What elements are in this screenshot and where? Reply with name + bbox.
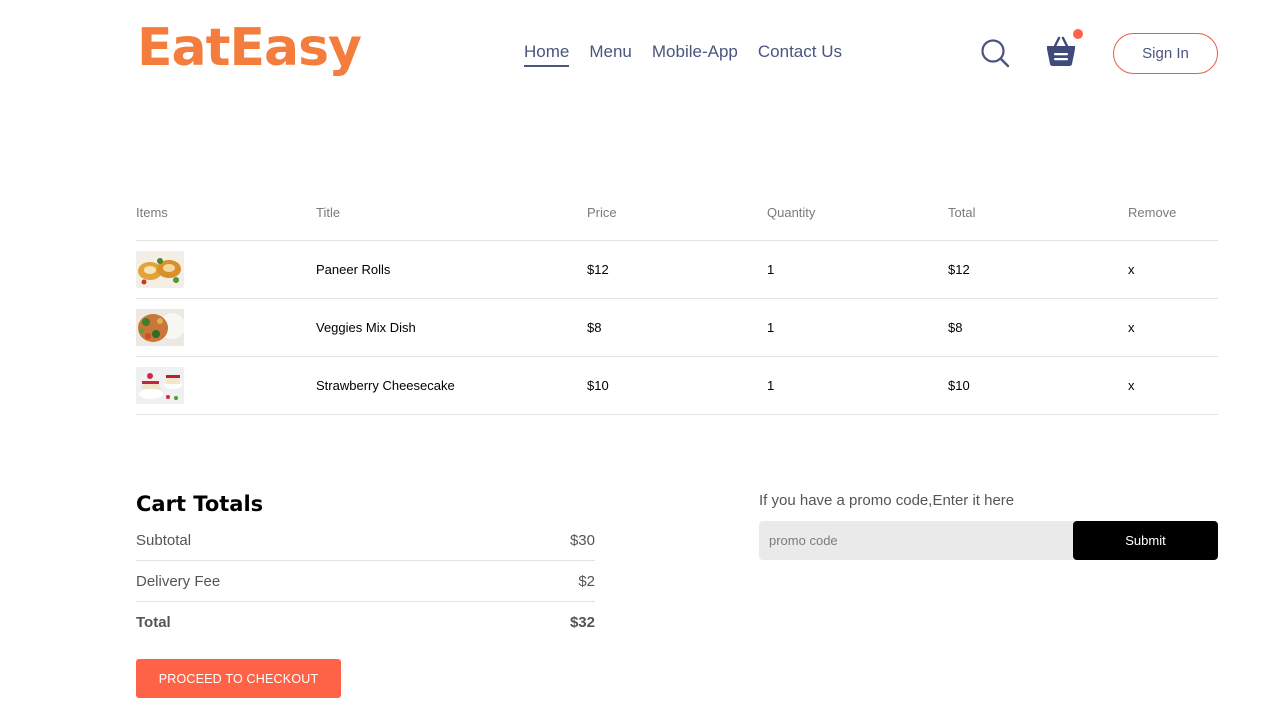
column-header-total: Total [948, 204, 976, 220]
nav-item-menu[interactable]: Menu [589, 42, 632, 67]
delivery-fee-value: $2 [578, 572, 595, 590]
cart-totals-heading: Cart Totals [136, 492, 264, 516]
promo-submit-button[interactable]: Submit [1073, 521, 1218, 560]
subtotal-row: Subtotal $30 [136, 530, 595, 550]
subtotal-value: $30 [569, 531, 595, 549]
column-header-items: Items [136, 204, 168, 220]
search-icon[interactable] [980, 38, 1010, 68]
sign-in-button[interactable]: Sign In [1113, 33, 1218, 74]
item-title: Paneer Rolls [316, 262, 391, 277]
column-header-quantity: Quantity [767, 204, 816, 220]
item-title: Strawberry Cheesecake [316, 378, 455, 393]
remove-item-button[interactable]: x [1128, 320, 1218, 335]
divider [136, 560, 595, 561]
item-total: $10 [948, 378, 970, 393]
cart-row: Paneer Rolls $12 1 $12 x [136, 241, 1218, 298]
item-title: Veggies Mix Dish [316, 320, 416, 335]
remove-item-button[interactable]: x [1128, 378, 1218, 393]
food-image-strawberry-cheesecake [136, 367, 184, 404]
cart-row: Strawberry Cheesecake $10 1 $10 x [136, 357, 1218, 414]
nav-item-home[interactable]: Home [524, 42, 570, 67]
cart-row: Veggies Mix Dish $8 1 $8 x [136, 299, 1218, 356]
cart-header-row: Items Title Price Quantity Total Remove [136, 200, 1218, 224]
item-total: $8 [948, 320, 963, 335]
column-header-price: Price [587, 204, 617, 220]
cart-totals: Cart Totals Subtotal $30 Delivery Fee $2… [136, 492, 595, 632]
delivery-fee-label: Delivery Fee [136, 572, 221, 590]
remove-item-button[interactable]: x [1128, 262, 1218, 277]
divider [136, 601, 595, 602]
cart-notification-dot [1073, 29, 1083, 39]
item-price: $8 [587, 320, 602, 335]
food-image-veggies-mix-dish [136, 309, 184, 346]
total-label: Total [136, 613, 171, 631]
total-value: $32 [569, 613, 595, 631]
column-header-title: Title [316, 204, 341, 220]
divider [136, 414, 1218, 415]
item-quantity: 1 [767, 262, 775, 277]
promo-code-label: If you have a promo code,Enter it here [759, 492, 1015, 509]
subtotal-label: Subtotal [136, 531, 192, 549]
proceed-to-checkout-button[interactable]: PROCEED TO CHECKOUT [136, 659, 341, 698]
item-quantity: 1 [767, 378, 775, 393]
total-row: Total $32 [136, 612, 595, 632]
item-price: $10 [587, 378, 609, 393]
item-quantity: 1 [767, 320, 775, 335]
delivery-fee-row: Delivery Fee $2 [136, 571, 595, 591]
basket-icon[interactable] [1044, 34, 1078, 68]
brand-logo[interactable]: EatEasy [137, 12, 362, 84]
promo-code-form: Submit [759, 521, 1218, 560]
promo-code-input[interactable] [759, 521, 1073, 560]
nav-item-mobile-app[interactable]: Mobile-App [652, 42, 738, 67]
nav-item-contact-us[interactable]: Contact Us [758, 42, 842, 67]
column-header-remove: Remove [1128, 204, 1177, 220]
item-price: $12 [587, 262, 609, 277]
item-total: $12 [948, 262, 970, 277]
main-nav: Home Menu Mobile-App Contact Us [524, 42, 842, 67]
cart-table: Items Title Price Quantity Total Remove … [136, 200, 1218, 415]
food-image-paneer-rolls [136, 251, 184, 288]
